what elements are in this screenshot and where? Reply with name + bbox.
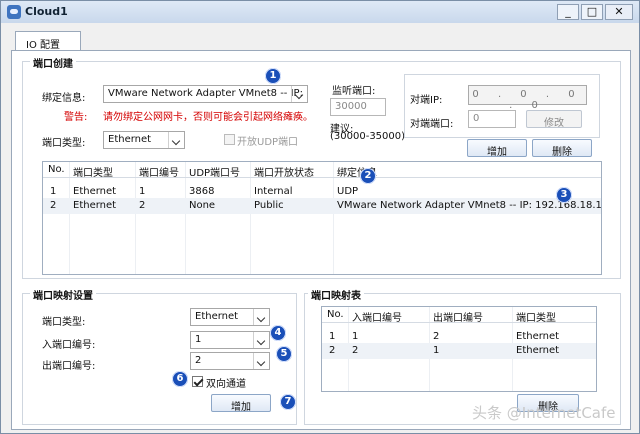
open-udp-label: 开放UDP端口	[237, 137, 299, 148]
bidirectional-checkbox[interactable]	[192, 376, 203, 387]
in-port-value: 1	[195, 334, 202, 345]
port-mapping-table-title: 端口映射表	[308, 287, 364, 302]
listen-port-label: 监听端口:	[332, 86, 376, 97]
listen-port-input[interactable]: 30000	[330, 98, 386, 116]
port-table-header: No. 端口类型 端口编号 UDP端口号 端口开放状态 绑定信息	[43, 162, 601, 179]
bidirectional-label: 双向通道	[206, 379, 246, 390]
column-divider	[185, 162, 186, 274]
io-config-panel: 端口创建 绑定信息: VMware Network Adapter VMnet8…	[11, 50, 631, 430]
mapping-table-header: No. 入端口编号 出端口编号 端口类型	[322, 307, 596, 324]
title-bar: Cloud1 _ □ ✕	[1, 1, 639, 23]
delete-port-button[interactable]: 删除	[532, 139, 592, 158]
open-udp-checkbox[interactable]	[224, 134, 235, 145]
suggest-range: (30000-35000)	[330, 131, 406, 142]
maximize-button[interactable]: □	[581, 4, 603, 20]
in-port-select[interactable]: 1	[190, 331, 270, 349]
header-no: No.	[327, 309, 344, 320]
port-table[interactable]: No. 端口类型 端口编号 UDP端口号 端口开放状态 绑定信息 1 Ether…	[42, 161, 602, 275]
cloud-app-icon	[7, 5, 21, 19]
callout-marker-2: 2	[360, 168, 376, 184]
column-divider	[135, 162, 136, 274]
header-port-type: 端口类型	[516, 313, 556, 324]
column-divider	[250, 162, 251, 274]
cell-no: 2	[50, 200, 57, 211]
peer-ip-label: 对端IP:	[410, 95, 443, 106]
peer-port-input[interactable]: 0	[468, 110, 516, 128]
port-mapping-table[interactable]: No. 入端口编号 出端口编号 端口类型 1 1 2 Ethernet 2 2 …	[321, 306, 597, 392]
out-port-value: 2	[195, 355, 202, 366]
add-mapping-button[interactable]: 增加	[211, 394, 271, 413]
mapping-port-type-value: Ethernet	[195, 311, 239, 322]
in-port-label: 入端口编号:	[42, 340, 96, 351]
header-port-number: 端口编号	[139, 168, 179, 179]
mapping-port-type-select[interactable]: Ethernet	[190, 308, 270, 326]
minimize-button[interactable]: _	[557, 4, 579, 20]
peer-ip-input[interactable]: 0 . 0 . 0 . 0	[468, 85, 587, 111]
chevron-down-icon	[168, 132, 184, 148]
cell-port-type: Ethernet	[516, 345, 560, 356]
cell-in-port: 2	[352, 345, 359, 356]
tab-io-config[interactable]: IO 配置	[15, 31, 81, 51]
binding-value: VMware Network Adapter VMnet8 -- IP: 192…	[108, 88, 307, 99]
cell-no: 1	[329, 331, 336, 342]
warning-prefix: 警告:	[64, 112, 88, 123]
cell-udp-port: 3868	[189, 186, 215, 197]
cell-in-port: 1	[352, 331, 359, 342]
cell-port-number: 2	[139, 200, 146, 211]
port-mapping-settings-title: 端口映射设置	[30, 287, 96, 302]
peer-port-label: 对端端口:	[410, 119, 454, 130]
cell-binding-info: UDP	[337, 186, 359, 197]
port-type-label: 端口类型:	[42, 138, 86, 149]
port-type-value: Ethernet	[108, 134, 152, 145]
warning-text: 请勿绑定公网网卡，否则可能会引起网络瘫痪。	[103, 112, 313, 123]
cell-port-type: Ethernet	[73, 200, 117, 211]
cell-port-type: Ethernet	[73, 186, 117, 197]
cell-out-port: 1	[433, 345, 440, 356]
chevron-down-icon	[253, 309, 269, 325]
chevron-down-icon	[291, 86, 307, 102]
header-open-status: 端口开放状态	[254, 168, 314, 179]
cell-port-number: 1	[139, 186, 146, 197]
column-divider	[333, 162, 334, 274]
callout-marker-1: 1	[265, 68, 281, 84]
cell-no: 1	[50, 186, 57, 197]
cell-open-status: Internal	[254, 186, 293, 197]
header-no: No.	[48, 164, 65, 175]
cell-udp-port: None	[189, 200, 216, 211]
callout-marker-5: 5	[276, 346, 292, 362]
modify-button[interactable]: 修改	[526, 110, 582, 129]
out-port-select[interactable]: 2	[190, 352, 270, 370]
header-port-type: 端口类型	[73, 168, 113, 179]
cell-port-type: Ethernet	[516, 331, 560, 342]
out-port-label: 出端口编号:	[42, 361, 96, 372]
column-divider	[69, 162, 70, 274]
callout-marker-3: 3	[556, 187, 572, 203]
table-row[interactable]: 2 2 1 Ethernet	[322, 343, 596, 359]
callout-marker-4: 4	[270, 325, 286, 341]
watermark-text: 头条 @InternetCafe	[472, 404, 616, 422]
chevron-down-icon	[253, 332, 269, 348]
cell-out-port: 2	[433, 331, 440, 342]
cell-open-status: Public	[254, 200, 284, 211]
cloud1-window: Cloud1 _ □ ✕ IO 配置 端口创建 绑定信息: VMware Net…	[0, 0, 640, 434]
chevron-down-icon	[253, 353, 269, 369]
port-create-title: 端口创建	[30, 55, 76, 70]
callout-marker-6: 6	[172, 371, 188, 387]
add-port-button[interactable]: 增加	[467, 139, 527, 158]
cell-no: 2	[329, 345, 336, 356]
close-button[interactable]: ✕	[605, 4, 633, 20]
callout-marker-7: 7	[280, 394, 296, 410]
table-row[interactable]: 2 Ethernet 2 None Public VMware Network …	[43, 198, 601, 214]
binding-select[interactable]: VMware Network Adapter VMnet8 -- IP: 192…	[103, 85, 308, 103]
port-type-select[interactable]: Ethernet	[103, 131, 185, 149]
binding-label: 绑定信息:	[42, 93, 86, 104]
window-title: Cloud1	[25, 5, 68, 18]
mapping-port-type-label: 端口类型:	[42, 317, 86, 328]
header-out-port: 出端口编号	[433, 313, 483, 324]
header-udp-port: UDP端口号	[189, 168, 241, 179]
header-in-port: 入端口编号	[352, 313, 402, 324]
